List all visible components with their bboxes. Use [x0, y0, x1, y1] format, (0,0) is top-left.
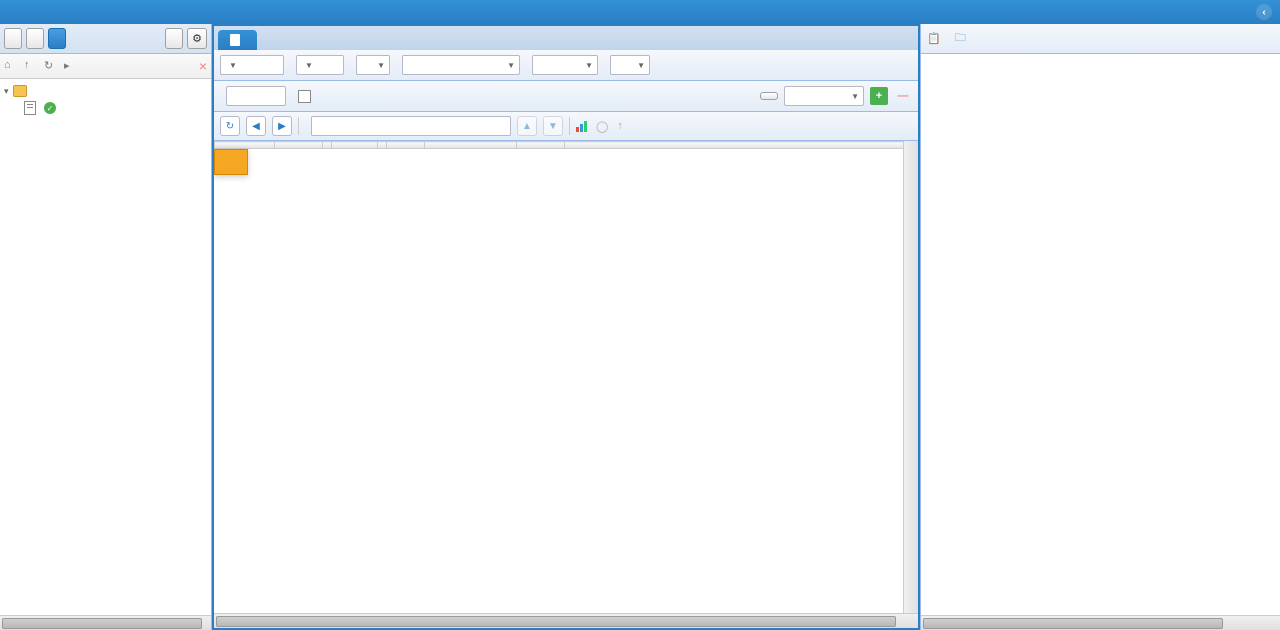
up-icon[interactable]: ↑: [24, 59, 38, 73]
ueid-dropdown[interactable]: ▼: [356, 55, 390, 75]
sidebar-toolbar: ⚙: [0, 24, 211, 54]
detail-text[interactable]: [921, 54, 1280, 615]
sidebar-hscroll[interactable]: [0, 615, 211, 630]
export-button[interactable]: [165, 28, 183, 49]
col-diff[interactable]: [275, 142, 323, 149]
refresh-icon[interactable]: ↻: [44, 59, 58, 73]
imsi-dropdown[interactable]: ▼: [402, 55, 520, 75]
filter-preset-dropdown[interactable]: ▼: [784, 86, 864, 106]
home-icon[interactable]: ⌂: [4, 59, 18, 73]
analytics-button[interactable]: [576, 120, 590, 132]
detail-panel: 📋 🗀: [920, 24, 1280, 630]
browse-button[interactable]: 🗀: [955, 29, 970, 48]
col-time[interactable]: [215, 142, 275, 149]
tab-bar: [214, 26, 918, 50]
col-msg[interactable]: [565, 142, 918, 149]
col-ue[interactable]: [387, 142, 425, 149]
time-origin-input[interactable]: [226, 86, 286, 106]
close-icon[interactable]: ×: [199, 58, 207, 74]
grid-vscroll[interactable]: [903, 141, 918, 613]
url-button[interactable]: [4, 28, 22, 49]
search-input[interactable]: [311, 116, 511, 136]
search-prev-button[interactable]: ▲: [517, 116, 537, 136]
sidebar: ⚙ ⌂ ↑ ↻ ▸ × ▾ ✓: [0, 24, 212, 630]
grid-header-row: [215, 142, 918, 149]
tree-folder-backup[interactable]: ▾: [0, 83, 211, 99]
copy-clipboard-button[interactable]: 📋: [927, 32, 945, 45]
ulcaps-button[interactable]: ↑: [617, 120, 626, 132]
file-toolbar: ⌂ ↑ ↻ ▸ ×: [0, 54, 211, 79]
folder-icon: [13, 85, 27, 97]
detail-toolbar: 📋 🗀: [921, 24, 1280, 54]
uldl-dropdown[interactable]: ▼: [220, 55, 284, 75]
rb-button[interactable]: ◯: [596, 120, 611, 133]
detail-hscroll[interactable]: [921, 615, 1280, 630]
group-ue-checkbox[interactable]: [298, 90, 311, 103]
circle-icon: ◯: [596, 120, 608, 133]
forward-button[interactable]: ▶: [272, 116, 292, 136]
level-dropdown[interactable]: ▼: [610, 55, 650, 75]
clear-button[interactable]: [760, 92, 778, 100]
tab-logs[interactable]: [218, 30, 257, 50]
file-tree: ▾ ✓: [0, 79, 211, 615]
search-bar: ↻ ◀ ▶ ▲ ▼ ◯ ↑: [214, 112, 918, 141]
clipboard-icon: 📋: [927, 32, 941, 45]
info-dropdown[interactable]: ▼: [532, 55, 598, 75]
remove-filter-button[interactable]: —: [894, 87, 912, 105]
annotation-callout: [214, 149, 248, 175]
folder-icon: 🗀: [955, 29, 966, 48]
col-dir[interactable]: [323, 142, 332, 149]
back-button[interactable]: ◀: [246, 116, 266, 136]
col-cn2[interactable]: [378, 142, 387, 149]
file-icon: [24, 101, 36, 115]
grid-hscroll[interactable]: [214, 613, 918, 628]
filter-bar: ▼ ▼ ▼ ▼ ▼ ▼: [214, 50, 918, 81]
gear-icon: ⚙: [192, 32, 202, 45]
document-icon: [230, 34, 240, 46]
center-panel: ▼ ▼ ▼ ▼ ▼ ▼ ▼ + — ↻ ◀ ▶: [212, 24, 920, 630]
col-info[interactable]: [517, 142, 565, 149]
server-button[interactable]: [26, 28, 44, 49]
refresh-button[interactable]: ↻: [220, 116, 240, 136]
arrow-up-icon: ↑: [617, 120, 623, 132]
play-icon[interactable]: ▸: [64, 59, 78, 73]
add-filter-button[interactable]: +: [870, 87, 888, 105]
log-grid: [214, 141, 918, 613]
search-next-button[interactable]: ▼: [543, 116, 563, 136]
file-button[interactable]: [48, 28, 66, 49]
collapse-sidebar-icon[interactable]: ‹: [1256, 4, 1272, 20]
time-bar: ▼ + —: [214, 81, 918, 112]
tree-file[interactable]: ✓: [0, 99, 211, 117]
status-ok-icon: ✓: [44, 102, 56, 114]
expand-icon: ▾: [4, 86, 9, 97]
settings-button[interactable]: ⚙: [187, 28, 207, 49]
col-imsi[interactable]: [425, 142, 517, 149]
bar-chart-icon: [576, 120, 587, 132]
col-cn[interactable]: [332, 142, 378, 149]
app-header: ‹: [0, 0, 1280, 24]
layer-dropdown[interactable]: ▼: [296, 55, 344, 75]
